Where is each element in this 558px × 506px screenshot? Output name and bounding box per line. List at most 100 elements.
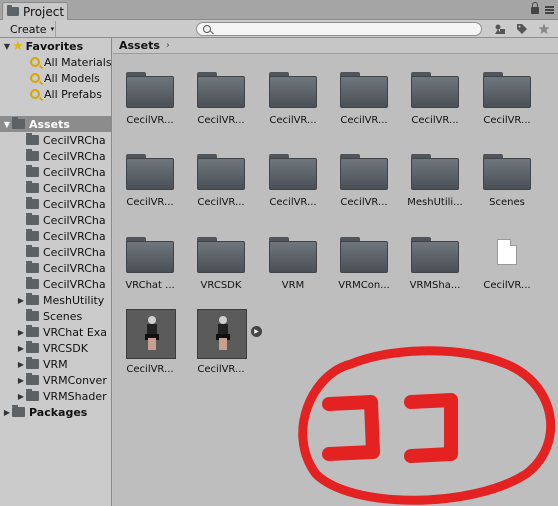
folder-icon xyxy=(26,261,39,273)
tree-folder-item[interactable]: CecilVRCha xyxy=(16,228,106,244)
tree-folder-item[interactable]: CecilVRCha xyxy=(16,260,106,276)
folder-tree: ▼ ★ Favorites All Materials All Models A… xyxy=(0,38,112,506)
tree-folder-item[interactable]: ▶ VRMShader xyxy=(16,388,107,404)
folder-icon xyxy=(26,293,39,305)
search-icon xyxy=(203,25,211,33)
expand-arrow-icon[interactable]: ▼ xyxy=(2,42,12,51)
annotation-stroke-ko2 xyxy=(404,393,458,463)
folder-icon xyxy=(126,154,174,190)
asset-label: VRMCon... xyxy=(338,280,390,291)
tree-folder-label: VRCSDK xyxy=(43,341,88,355)
expand-prefab-icon[interactable]: ▶ xyxy=(251,326,262,337)
tree-folder-item[interactable]: ▶ VRMConver xyxy=(16,372,107,388)
folder-icon xyxy=(269,237,317,273)
asset-folder[interactable]: CecilVR... xyxy=(115,68,185,138)
folder-icon xyxy=(411,154,459,190)
tree-folder-item[interactable]: ▶ VRChat Exa xyxy=(16,324,107,340)
asset-folder[interactable]: CecilVR... xyxy=(115,150,185,220)
tree-folder-label: CecilVRCha xyxy=(43,213,106,227)
asset-label: VRM xyxy=(281,280,305,291)
folder-icon xyxy=(197,154,245,190)
asset-folder[interactable]: VRMSha... xyxy=(400,233,470,303)
tree-folder-item[interactable]: CecilVRCha xyxy=(16,196,106,212)
asset-folder[interactable]: VRMCon... xyxy=(329,233,399,303)
tree-folder-item[interactable]: CecilVRCha xyxy=(16,132,106,148)
search-filter-icon xyxy=(30,89,40,99)
folder-icon xyxy=(26,277,39,289)
asset-model[interactable]: ▶ CecilVR... xyxy=(186,308,262,378)
tree-folder-item[interactable]: ▶ MeshUtility xyxy=(16,292,104,308)
lock-icon[interactable] xyxy=(531,2,539,14)
asset-folder[interactable]: CecilVR... xyxy=(258,150,328,220)
folder-icon xyxy=(26,133,39,145)
folder-icon xyxy=(26,325,39,337)
asset-folder[interactable]: CecilVR... xyxy=(258,68,328,138)
tree-folder-item[interactable]: CecilVRCha xyxy=(16,164,106,180)
favorite-item[interactable]: All Models xyxy=(30,70,100,86)
tree-folder-label: CecilVRCha xyxy=(43,165,106,179)
folder-icon xyxy=(26,341,39,353)
tree-folder-item[interactable]: Scenes xyxy=(16,308,82,324)
asset-folder[interactable]: CecilVR... xyxy=(186,150,256,220)
asset-folder[interactable]: CecilVR... xyxy=(329,150,399,220)
tree-folder-item[interactable]: ▶ VRCSDK xyxy=(16,340,88,356)
create-button[interactable]: Create ▾ xyxy=(4,21,56,37)
asset-label: VRMSha... xyxy=(409,280,461,291)
asset-label: VRCSDK xyxy=(200,280,242,291)
asset-folder[interactable]: CecilVR... xyxy=(400,68,470,138)
file-icon xyxy=(497,239,517,265)
folder-icon xyxy=(126,72,174,108)
menu-icon[interactable] xyxy=(545,5,554,14)
search-input[interactable] xyxy=(196,22,482,36)
tree-folder-label: CecilVRCha xyxy=(43,277,106,291)
asset-folder[interactable]: VRM xyxy=(258,233,328,303)
asset-file[interactable]: CecilVR... xyxy=(472,233,542,303)
asset-folder[interactable]: CecilVR... xyxy=(329,68,399,138)
tree-folder-item[interactable]: CecilVRCha xyxy=(16,276,106,292)
asset-folder[interactable]: CecilVR... xyxy=(472,68,542,138)
model-thumbnail xyxy=(197,309,247,359)
folder-icon xyxy=(483,154,531,190)
search-filter-icon xyxy=(30,73,40,83)
tree-folder-item[interactable]: CecilVRCha xyxy=(16,180,106,196)
expand-arrow-icon[interactable]: ▶ xyxy=(16,392,26,401)
asset-folder[interactable]: Scenes xyxy=(472,150,542,220)
asset-folder[interactable]: VRChat ... xyxy=(115,233,185,303)
asset-folder[interactable]: MeshUtili... xyxy=(400,150,470,220)
folder-icon xyxy=(12,405,25,417)
asset-label: CecilVR... xyxy=(340,197,388,208)
expand-arrow-icon[interactable]: ▶ xyxy=(16,328,26,337)
expand-arrow-icon[interactable]: ▶ xyxy=(16,296,26,305)
tree-folder-label: VRMShader xyxy=(43,389,107,403)
tree-favorites[interactable]: ▼ ★ Favorites xyxy=(2,38,83,54)
tree-folder-label: CecilVRCha xyxy=(43,197,106,211)
expand-arrow-icon[interactable]: ▶ xyxy=(16,360,26,369)
expand-arrow-icon[interactable]: ▶ xyxy=(16,344,26,353)
favorite-item[interactable]: All Prefabs xyxy=(30,86,102,102)
asset-folder[interactable]: CecilVR... xyxy=(186,68,256,138)
asset-label: MeshUtili... xyxy=(407,197,463,208)
asset-model[interactable]: CecilVR... xyxy=(115,308,185,378)
filter-by-label-icon[interactable] xyxy=(512,21,532,37)
model-thumbnail xyxy=(126,309,176,359)
create-label: Create xyxy=(10,22,47,36)
expand-arrow-icon[interactable]: ▶ xyxy=(2,408,12,417)
favorite-star-icon[interactable] xyxy=(534,21,554,37)
folder-icon xyxy=(26,149,39,161)
tree-folder-item[interactable]: CecilVRCha xyxy=(16,244,106,260)
tree-folder-item[interactable]: CecilVRCha xyxy=(16,148,106,164)
tab-project[interactable]: Project xyxy=(2,2,68,20)
expand-arrow-icon[interactable]: ▶ xyxy=(16,376,26,385)
tree-folder-label: VRMConver xyxy=(43,373,107,387)
tree-folder-item[interactable]: CecilVRCha xyxy=(16,212,106,228)
asset-label: Scenes xyxy=(489,197,525,208)
tree-assets[interactable]: ▼ Assets xyxy=(0,116,111,132)
tree-packages[interactable]: ▶ Packages xyxy=(2,404,87,420)
asset-folder[interactable]: VRCSDK xyxy=(186,233,256,303)
tree-folder-item[interactable]: ▶ VRM xyxy=(16,356,68,372)
favorite-item[interactable]: All Materials xyxy=(30,54,111,70)
tree-folder-label: CecilVRCha xyxy=(43,229,106,243)
expand-arrow-icon[interactable]: ▼ xyxy=(2,120,12,129)
breadcrumb-assets[interactable]: Assets xyxy=(119,39,160,52)
filter-by-type-icon[interactable] xyxy=(490,21,510,37)
